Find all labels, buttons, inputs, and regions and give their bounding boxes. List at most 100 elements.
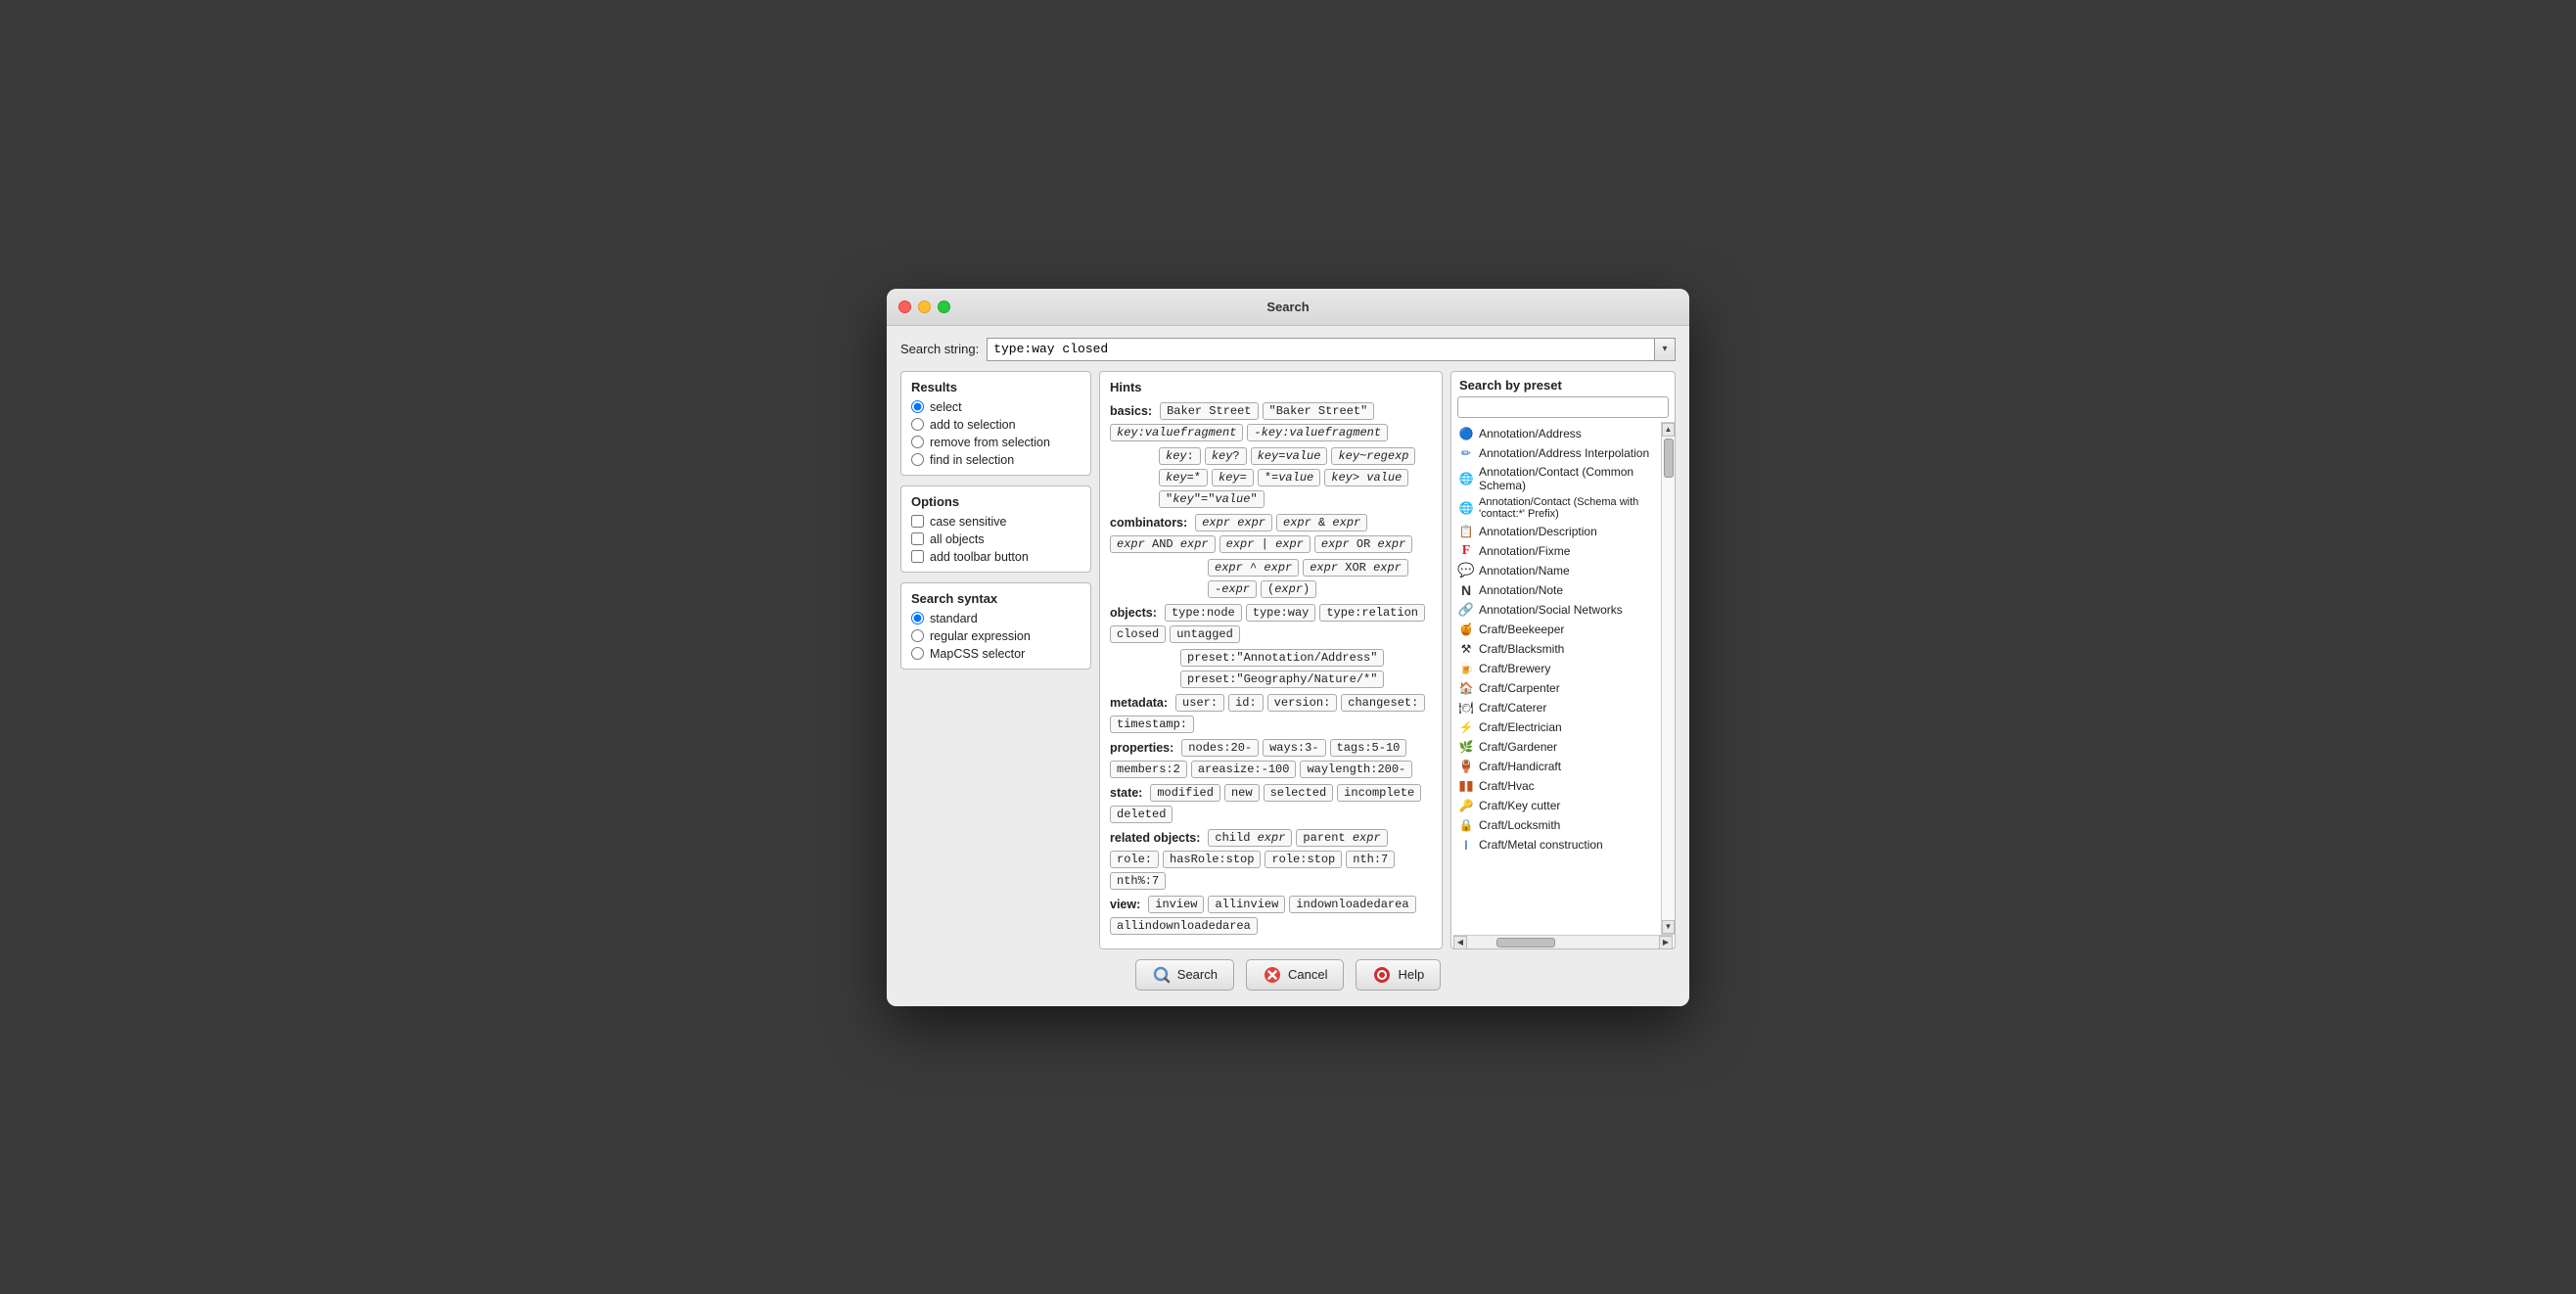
scroll-up-arrow[interactable]: ▲ [1662,423,1675,437]
chip-members[interactable]: members:2 [1110,761,1187,778]
search-input[interactable] [987,338,1654,361]
chip-nodes[interactable]: nodes:20- [1181,739,1259,757]
preset-item-metal[interactable]: I Craft/Metal construction [1455,835,1657,855]
preset-item-keycutter[interactable]: 🔑 Craft/Key cutter [1455,796,1657,815]
preset-item-contact-prefix[interactable]: 🌐 Annotation/Contact (Schema with 'conta… [1455,494,1657,522]
chip-expr-xor-expr[interactable]: expr XOR expr [1303,559,1408,577]
chip-key-quoted-equals[interactable]: "key"="value" [1159,490,1265,508]
preset-item-contact-common[interactable]: 🌐 Annotation/Contact (Common Schema) [1455,463,1657,494]
chip-areasize[interactable]: areasize:-100 [1191,761,1297,778]
chip-expr-and-expr[interactable]: expr AND expr [1110,535,1216,553]
chip-child-expr[interactable]: child expr [1208,829,1292,847]
preset-item-beekeeper[interactable]: 🍯 Craft/Beekeeper [1455,620,1657,639]
chip-star-equals-value[interactable]: *=value [1258,469,1320,486]
radio-remove-selection[interactable]: remove from selection [911,436,1081,449]
chip-selected[interactable]: selected [1264,784,1334,802]
preset-item-handicraft[interactable]: 🏺 Craft/Handicraft [1455,757,1657,776]
preset-item-locksmith[interactable]: 🔒 Craft/Locksmith [1455,815,1657,835]
chip-incomplete[interactable]: incomplete [1337,784,1421,802]
radio-regexp[interactable]: regular expression [911,629,1081,643]
checkbox-all-objects[interactable]: all objects [911,532,1081,546]
hscroll-right-arrow[interactable]: ▶ [1659,936,1673,949]
maximize-button[interactable] [938,300,950,313]
chip-key-tilde-regexp[interactable]: key~regexp [1331,447,1415,465]
chip-ways[interactable]: ways:3- [1263,739,1325,757]
hscroll-left-arrow[interactable]: ◀ [1453,936,1467,949]
chip-nth-7[interactable]: nth:7 [1346,851,1395,868]
chip-type-relation[interactable]: type:relation [1319,604,1425,622]
chip-id[interactable]: id: [1228,694,1264,712]
chip-paren-expr[interactable]: (expr) [1261,580,1316,598]
preset-item-description[interactable]: 📋 Annotation/Description [1455,522,1657,541]
minimize-button[interactable] [918,300,931,313]
chip-key-value-fragment[interactable]: key:valuefragment [1110,424,1243,441]
search-button[interactable]: Search [1135,959,1234,991]
chip-expr-expr[interactable]: expr expr [1195,514,1272,531]
chip-key-question[interactable]: key? [1205,447,1247,465]
chip-user[interactable]: user: [1175,694,1224,712]
chip-deleted[interactable]: deleted [1110,806,1173,823]
chip-version[interactable]: version: [1267,694,1338,712]
chip-expr-or-expr[interactable]: expr OR expr [1314,535,1412,553]
preset-item-fixme[interactable]: F Annotation/Fixme [1455,541,1657,561]
chip-modified[interactable]: modified [1150,784,1220,802]
help-button[interactable]: Help [1356,959,1441,991]
cancel-button[interactable]: Cancel [1246,959,1344,991]
chip-nth-pct-7[interactable]: nth%:7 [1110,872,1166,890]
chip-parent-expr[interactable]: parent expr [1296,829,1387,847]
chip-role[interactable]: role: [1110,851,1159,868]
chip-key-equals[interactable]: key= [1212,469,1254,486]
checkbox-toolbar[interactable]: add toolbar button [911,550,1081,564]
chip-baker-street-quoted[interactable]: "Baker Street" [1263,402,1375,420]
preset-item-carpenter[interactable]: 🏠 Craft/Carpenter [1455,678,1657,698]
chip-tags[interactable]: tags:5-10 [1330,739,1407,757]
chip-indownloadedarea[interactable]: indownloadedarea [1289,896,1415,913]
chip-baker-street[interactable]: Baker Street [1160,402,1258,420]
chip-expr-amp-expr[interactable]: expr & expr [1276,514,1367,531]
chip-expr-pipe-expr[interactable]: expr | expr [1219,535,1311,553]
chip-inview[interactable]: inview [1148,896,1204,913]
chip-expr-caret-expr[interactable]: expr ^ expr [1208,559,1299,577]
preset-item-social[interactable]: 🔗 Annotation/Social Networks [1455,600,1657,620]
close-button[interactable] [898,300,911,313]
preset-item-blacksmith[interactable]: ⚒ Craft/Blacksmith [1455,639,1657,659]
chip-timestamp[interactable]: timestamp: [1110,716,1194,733]
preset-item-annotation-address[interactable]: 🔵 Annotation/Address [1455,424,1657,443]
checkbox-case-sensitive[interactable]: case sensitive [911,515,1081,529]
scroll-down-arrow[interactable]: ▼ [1662,920,1675,934]
chip-preset-geography[interactable]: preset:"Geography/Nature/*" [1180,670,1384,688]
chip-allinview[interactable]: allinview [1208,896,1285,913]
chip-waylength[interactable]: waylength:200- [1300,761,1412,778]
radio-find-selection[interactable]: find in selection [911,453,1081,467]
search-dropdown-button[interactable]: ▾ [1654,338,1676,361]
preset-item-hvac[interactable]: ▮▮ Craft/Hvac [1455,776,1657,796]
chip-neg-key-value-fragment[interactable]: -key:valuefragment [1247,424,1388,441]
chip-key-equals-star[interactable]: key=* [1159,469,1208,486]
chip-key-gt-value[interactable]: key> value [1324,469,1408,486]
radio-add-selection[interactable]: add to selection [911,418,1081,432]
chip-hasrole-stop[interactable]: hasRole:stop [1163,851,1261,868]
hscroll-thumb[interactable] [1496,938,1555,947]
chip-untagged[interactable]: untagged [1170,625,1240,643]
preset-item-address-interpolation[interactable]: ✏ Annotation/Address Interpolation [1455,443,1657,463]
preset-item-gardener[interactable]: 🌿 Craft/Gardener [1455,737,1657,757]
scroll-thumb[interactable] [1664,439,1674,478]
chip-role-stop[interactable]: role:stop [1265,851,1342,868]
chip-neg-expr[interactable]: -expr [1208,580,1257,598]
preset-item-note[interactable]: N Annotation/Note [1455,580,1657,600]
chip-changeset[interactable]: changeset: [1341,694,1425,712]
preset-item-caterer[interactable]: 🍽 Craft/Caterer [1455,698,1657,717]
chip-key-equals-value[interactable]: key=value [1251,447,1328,465]
chip-closed[interactable]: closed [1110,625,1166,643]
chip-key-colon[interactable]: key: [1159,447,1201,465]
chip-preset-address[interactable]: preset:"Annotation/Address" [1180,649,1384,667]
chip-type-way[interactable]: type:way [1246,604,1316,622]
radio-mapcss[interactable]: MapCSS selector [911,647,1081,661]
preset-search-input[interactable] [1457,396,1669,418]
radio-select[interactable]: select [911,400,1081,414]
preset-item-electrician[interactable]: ⚡ Craft/Electrician [1455,717,1657,737]
preset-item-name[interactable]: 💬 Annotation/Name [1455,561,1657,580]
chip-allindownloadedarea[interactable]: allindownloadedarea [1110,917,1258,935]
preset-item-brewery[interactable]: 🍺 Craft/Brewery [1455,659,1657,678]
radio-standard[interactable]: standard [911,612,1081,625]
